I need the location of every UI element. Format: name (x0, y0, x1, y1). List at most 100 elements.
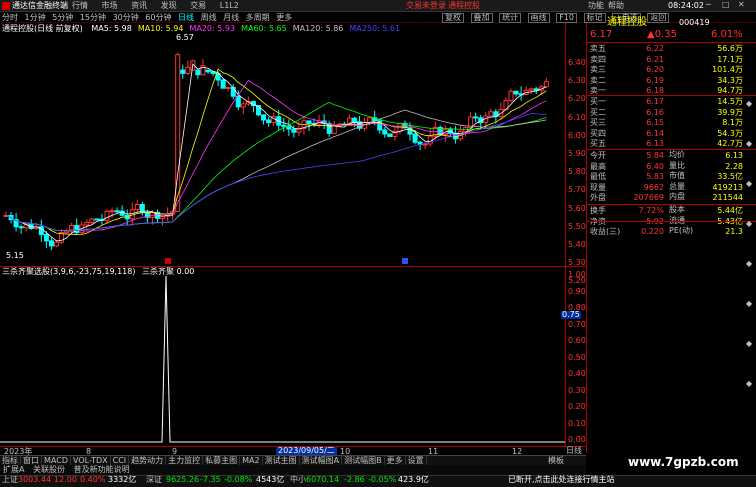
side-icon[interactable]: ◆ (746, 220, 752, 228)
period-tab-active[interactable]: 日线 (178, 14, 194, 22)
price-tick: 6.40 (568, 58, 586, 67)
ask-label: 卖四 (590, 54, 606, 64)
period-tab[interactable]: 分时 (2, 14, 18, 22)
menu-help[interactable]: 帮助 (608, 2, 624, 10)
price-tick: 5.70 (568, 185, 586, 195)
stat-value: 0.220 (641, 227, 664, 237)
stat-value: 207669 (633, 193, 664, 203)
zx-pct: -0.05% (368, 475, 397, 484)
zoom-label[interactable]: 日线 (566, 447, 582, 455)
candle-body (160, 215, 166, 219)
side-icon[interactable]: ◆ (746, 300, 752, 308)
bid-row: 买五 6.13 42.7万 (587, 139, 756, 149)
candle-body (508, 90, 514, 102)
minimize-icon[interactable]: ─ (706, 1, 711, 9)
bid-volume: 8.1万 (722, 118, 743, 128)
event-marker-icon[interactable] (165, 258, 171, 264)
ma-legend-item: MA10: 5.94 (137, 24, 184, 33)
extension-tab[interactable]: 关联股份 (33, 465, 65, 474)
candle-body (225, 86, 231, 89)
period-tab[interactable]: 15分钟 (80, 14, 106, 22)
ask-price: 6.21 (646, 54, 664, 64)
menu-item[interactable]: 交易 (190, 1, 206, 10)
side-icon[interactable]: ◆ (746, 340, 752, 348)
stat-label: 内盘 (669, 192, 685, 202)
candle-body (488, 111, 494, 117)
sz-change: -7.35 (200, 475, 221, 484)
candle-body (543, 81, 549, 88)
login-link[interactable]: 交易未登录 (406, 2, 446, 10)
ma-line (5, 68, 547, 236)
sh-name: 上证 (2, 475, 18, 484)
close-icon[interactable]: ✕ (738, 1, 745, 9)
event-marker-icon[interactable] (402, 258, 408, 264)
period-tab[interactable]: 多周期 (246, 14, 270, 22)
stat-value: 21.3 (725, 227, 743, 237)
candle-body (84, 221, 90, 226)
indicator-chart[interactable] (0, 276, 565, 446)
candle-body (230, 86, 236, 97)
bid-price: 6.17 (646, 97, 664, 106)
candle-body (261, 114, 267, 121)
side-icon[interactable]: ◆ (746, 180, 752, 188)
ask-label: 卖二 (590, 75, 606, 85)
period-tab[interactable]: 30分钟 (113, 14, 139, 22)
candle-body (109, 210, 115, 213)
side-icon[interactable]: ◆ (746, 140, 752, 148)
indicator-tick: 0.90 (568, 286, 586, 296)
stat-label: 现量 (590, 182, 606, 192)
candle-body (89, 218, 95, 223)
bid-row: 买二 6.16 39.9万 (587, 108, 756, 118)
stat-value: 6.13 (725, 151, 743, 160)
candle-body (185, 66, 191, 74)
side-icon[interactable]: ◆ (746, 100, 752, 108)
stock-link[interactable]: 通程控股 (448, 2, 480, 10)
period-tab[interactable]: 更多 (276, 14, 292, 22)
menu-item[interactable]: L1L2 (220, 1, 239, 10)
tool-button[interactable]: 叠加 (470, 13, 493, 23)
candle-body (195, 69, 201, 76)
stat-label: 今开 (590, 151, 606, 160)
tool-button[interactable]: 复权 (442, 13, 464, 23)
period-tab[interactable]: 60分钟 (145, 14, 171, 22)
ma-line (5, 101, 547, 231)
bid-price: 6.13 (646, 139, 664, 149)
ask-price: 6.20 (646, 65, 664, 75)
price-tick: 5.90 (568, 149, 586, 158)
candlestick-chart[interactable] (0, 34, 565, 264)
period-tab[interactable]: 1分钟 (25, 14, 46, 22)
zx-value: 6070.14 (306, 475, 340, 484)
candle-body (114, 210, 120, 213)
stat2-row: 收益(三) 0.220 PE(动) 21.3 (587, 227, 756, 237)
stat-label: 换手 (590, 206, 606, 215)
side-icon[interactable]: ◆ (746, 380, 752, 388)
tool-button[interactable]: 画线 (527, 13, 550, 23)
chart-label: 通程控股(日线 前复权) (2, 24, 83, 33)
bid-volume: 54.3万 (717, 128, 743, 138)
sz-pct: -0.08% (224, 475, 253, 484)
menu-item[interactable]: 发现 (161, 1, 177, 10)
stat-row: 今开 5.84 均价 6.13 (587, 151, 756, 161)
quote-header: 通程控股 000419 (587, 16, 756, 28)
price-pct: 6.01% (711, 29, 743, 40)
tool-button[interactable]: 统计 (499, 13, 522, 23)
stat-row: 外盘 207669 内盘 211544 (587, 193, 756, 203)
maximize-icon[interactable]: □ (722, 1, 730, 9)
tool-button[interactable]: F10 (556, 13, 577, 23)
extension-tab[interactable]: 扩展A (3, 465, 24, 474)
menu-item[interactable]: 资讯 (131, 1, 147, 10)
stat-label: 量比 (669, 160, 685, 170)
side-icon[interactable]: ◆ (746, 260, 752, 268)
period-tab[interactable]: 月线 (223, 14, 239, 22)
period-tab[interactable]: 5分钟 (52, 14, 73, 22)
menu-item[interactable]: 市场 (102, 1, 118, 10)
candle-body (367, 117, 373, 123)
price-tick: 6.20 (568, 94, 586, 104)
menu-item[interactable]: 行情 (72, 1, 88, 10)
stat-label: 总量 (669, 181, 685, 191)
menu-function[interactable]: 功能 (588, 2, 604, 10)
extension-tab[interactable]: 普及新功能说明 (74, 465, 130, 474)
connection-status[interactable]: 已断开,点击此处连接行情主站 (508, 476, 615, 484)
period-tab[interactable]: 周线 (201, 14, 217, 22)
bid-price: 6.16 (646, 107, 664, 117)
